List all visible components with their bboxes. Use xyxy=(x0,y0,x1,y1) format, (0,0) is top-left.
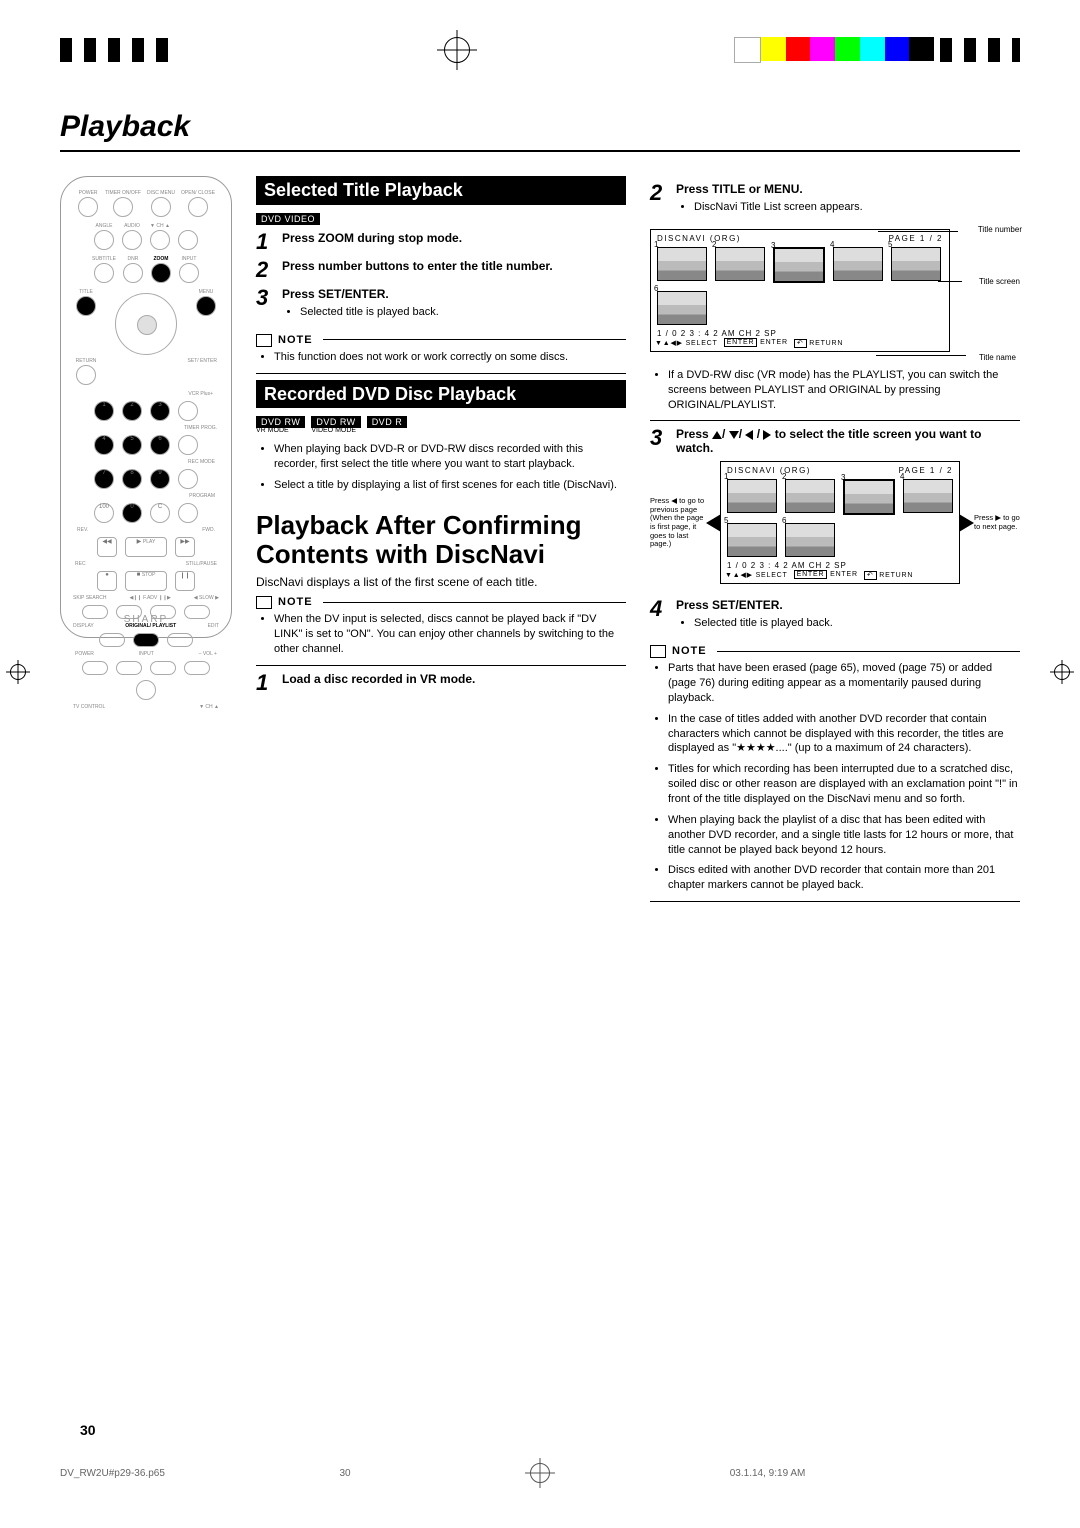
discnavi-screen-2: DISCNAVI (ORG) PAGE 1 / 2 1 2 3 4 5 6 1 … xyxy=(720,461,960,584)
discnavi2-right-caption: Press ▶ to go to next page. xyxy=(974,514,1020,531)
color-swatches xyxy=(734,37,934,63)
discnavi1-title: DISCNAVI (ORG) xyxy=(657,234,741,243)
middle-column: Selected Title Playback DVD VIDEO 1 Pres… xyxy=(256,176,626,908)
set-enter-button-icon xyxy=(137,315,157,335)
down-icon xyxy=(729,431,739,439)
registration-marks-top xyxy=(60,30,1020,70)
arrow-right-icon xyxy=(960,514,974,531)
discnavi-screen-1: DISCNAVI (ORG) PAGE 1 / 2 1 2 3 4 5 6 1 … xyxy=(650,229,950,352)
discnavi-intro: DiscNavi displays a list of the first sc… xyxy=(256,574,626,590)
discnavi1-page: PAGE 1 / 2 xyxy=(889,234,943,243)
note3-b4: When playing back the playlist of a disc… xyxy=(668,813,1020,858)
callout-title-number: Title number xyxy=(978,225,1022,234)
note3-b3: Titles for which recording has been inte… xyxy=(668,762,1020,807)
note-icon xyxy=(256,334,272,346)
footer: DV_RW2U#p29-36.p65 30 03.1.14, 9:19 AM xyxy=(60,1458,1020,1488)
up-icon xyxy=(712,431,722,439)
crop-bar-right xyxy=(940,38,1020,62)
note-heading-2: NOTE xyxy=(256,596,626,608)
footer-page: 30 xyxy=(339,1468,350,1479)
step2-sub-bullet: DiscNavi Title List screen appears. xyxy=(694,200,1020,215)
step-1-zoom: 1 Press ZOOM during stop mode. xyxy=(256,231,626,253)
left-icon xyxy=(745,430,753,440)
arrow-left-icon xyxy=(706,514,720,531)
remote-column: POWER TIMER ON/OFF DISC MENU OPEN/ CLOSE… xyxy=(60,176,240,908)
note3-b5: Discs edited with another DVD recorder t… xyxy=(668,863,1020,893)
step3-sub-bullet: Selected title is played back. xyxy=(300,305,626,320)
step-2-title-menu: 2 Press TITLE or MENU. DiscNavi Title Li… xyxy=(650,182,1020,223)
sec2-bullet-2: Select a title by displaying a list of f… xyxy=(274,478,626,493)
note1-bullet: This function does not work or work corr… xyxy=(274,350,626,365)
page-title: Playback xyxy=(60,110,1020,152)
note3-b2: In the case of titles added with another… xyxy=(668,712,1020,757)
sec2-bullet-1: When playing back DVD-R or DVD-RW discs … xyxy=(274,442,626,472)
note2-bullet: When the DV input is selected, discs can… xyxy=(274,612,626,657)
callout-title-name: Title name xyxy=(979,353,1016,362)
discnavi-big-title: Playback After Confirming Contents with … xyxy=(256,511,626,568)
right-icon xyxy=(763,430,771,440)
note-icon xyxy=(650,645,666,657)
discnavi1-meta: 1 / 0 2 3 : 4 2 AM CH 2 SP xyxy=(655,327,945,338)
side-register-left-icon xyxy=(6,660,30,684)
step-4-setenter: 4 Press SET/ENTER. Selected title is pla… xyxy=(650,598,1020,639)
step-3-select: 3 Press / / / to select the title screen… xyxy=(650,427,1020,455)
direction-pad-icon xyxy=(115,293,177,355)
crop-target-bottom-icon xyxy=(525,1458,555,1488)
note-heading-1: NOTE xyxy=(256,334,626,346)
original-playlist-button-icon xyxy=(133,633,159,647)
page-number: 30 xyxy=(80,1422,96,1438)
crop-target-icon xyxy=(437,30,477,70)
title-button-icon xyxy=(76,296,96,316)
page: Playback POWER TIMER ON/OFF DISC MENU OP… xyxy=(0,0,1080,1528)
note-heading-3: NOTE xyxy=(650,645,1020,657)
zoom-button-icon xyxy=(151,263,171,283)
side-register-right-icon xyxy=(1050,660,1074,684)
callout-title-screen: Title screen xyxy=(979,277,1020,286)
footer-timestamp: 03.1.14, 9:19 AM xyxy=(730,1468,806,1479)
right-column: 2 Press TITLE or MENU. DiscNavi Title Li… xyxy=(650,176,1020,908)
note-icon xyxy=(256,596,272,608)
remote-brand: SHARP xyxy=(61,614,231,625)
menu-button-icon xyxy=(196,296,216,316)
footer-file: DV_RW2U#p29-36.p65 xyxy=(60,1468,165,1479)
step-2-number: 2 Press number buttons to enter the titl… xyxy=(256,259,626,281)
remote-control-diagram: POWER TIMER ON/OFF DISC MENU OPEN/ CLOSE… xyxy=(60,176,232,638)
step-1-load-disc: 1 Load a disc recorded in VR mode. xyxy=(256,672,626,694)
discnavi2-left-caption: Press ◀ to go to previous page (When the… xyxy=(650,497,706,549)
crop-bar-left xyxy=(60,38,180,62)
step-3-setenter: 3 Press SET/ENTER. Selected title is pla… xyxy=(256,287,626,328)
section-selected-title: Selected Title Playback xyxy=(256,176,626,205)
step4-sub-bullet: Selected title is played back. xyxy=(694,616,1020,631)
badge-dvd-video: DVD VIDEO xyxy=(256,213,320,225)
badge-dvdr: DVD R xyxy=(367,416,408,428)
note3-b1: Parts that have been erased (page 65), m… xyxy=(668,661,1020,706)
section-recorded-dvd: Recorded DVD Disc Playback xyxy=(256,380,626,409)
post2-bullet: If a DVD-RW disc (VR mode) has the PLAYL… xyxy=(668,368,1020,413)
